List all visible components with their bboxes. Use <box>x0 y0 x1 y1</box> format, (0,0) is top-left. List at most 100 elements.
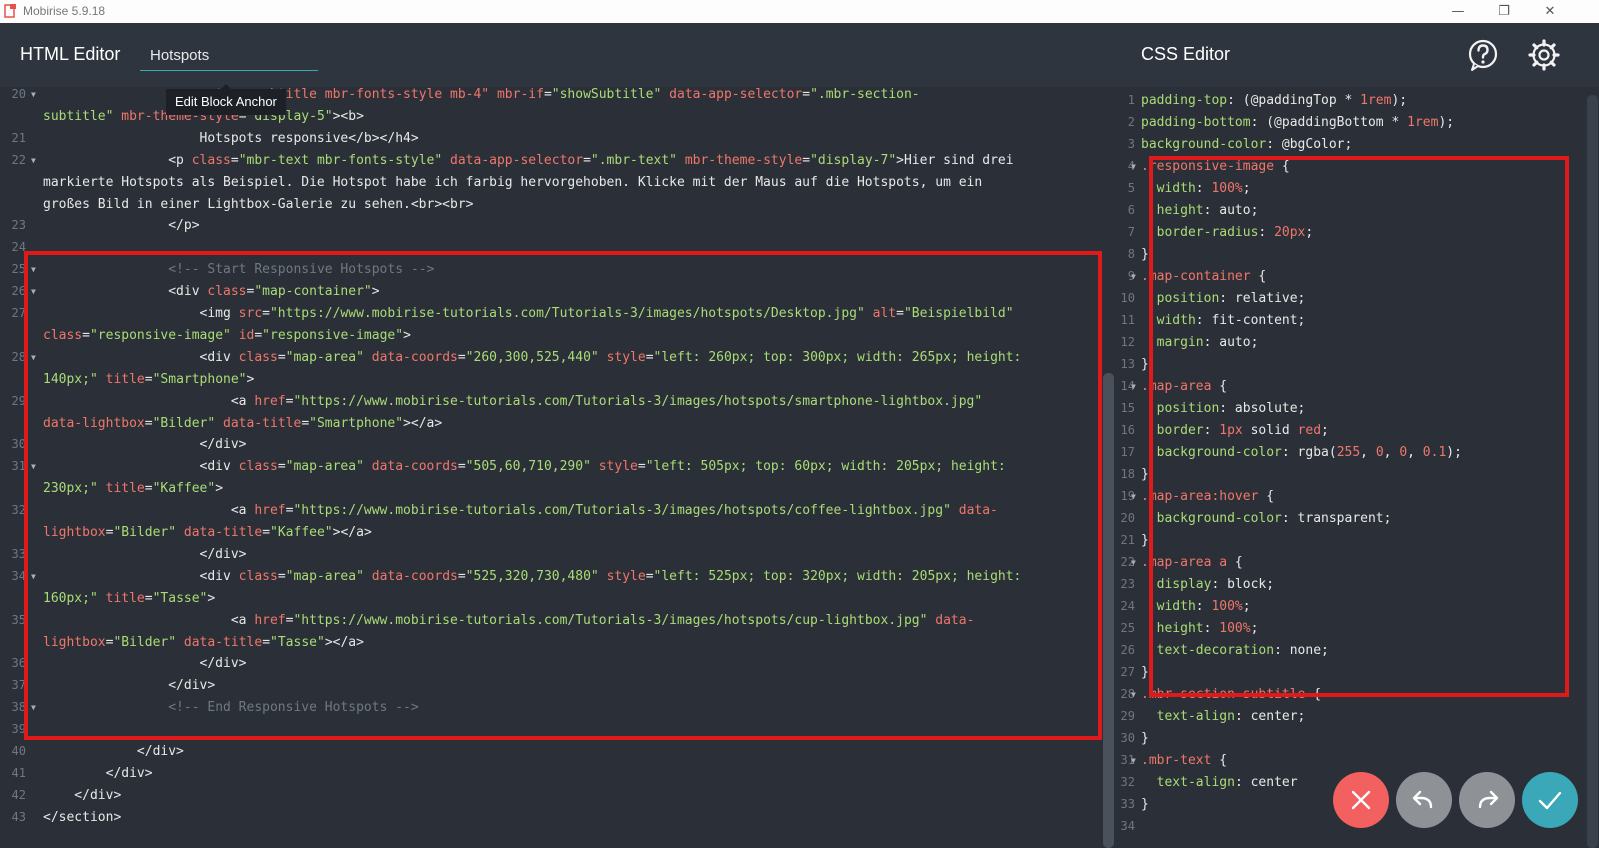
tooltip: Edit Block Anchor <box>166 89 286 115</box>
fold-toggle-icon[interactable]: ▼ <box>31 353 36 362</box>
code-token: { <box>1305 687 1322 702</box>
code-text: Hotspots responsive</b></h4> <box>43 131 419 146</box>
css-editor-scrollbar[interactable] <box>1587 95 1598 848</box>
code-token: ); <box>1438 115 1455 130</box>
fold-toggle-icon[interactable]: ▼ <box>1131 690 1136 699</box>
code-line: 18} <box>1121 467 1581 489</box>
line-number: 41 <box>11 765 26 780</box>
code-token: = <box>583 152 591 168</box>
fold-toggle-icon[interactable]: ▼ <box>31 572 36 581</box>
line-number: 32 <box>1121 775 1135 789</box>
code-token: ; <box>1242 599 1251 614</box>
code-token: } <box>1141 797 1149 812</box>
code-text: .mbr-section-subtitle { <box>1141 687 1321 702</box>
code-token: } <box>1141 357 1149 372</box>
code-line: 3 background-color: @bgColor; <box>1121 137 1581 159</box>
code-token: class <box>207 284 247 300</box>
code-text: .responsive-image { <box>1141 159 1290 174</box>
code-token: <a <box>43 393 255 409</box>
code-token: ></a> <box>332 525 372 540</box>
code-token: "map-container" <box>254 284 372 300</box>
code-token: "505,60,710,290" <box>465 459 591 475</box>
minimize-button[interactable]: — <box>1435 0 1481 23</box>
line-number: 26 <box>1121 643 1135 657</box>
code-token: : (@paddingTop * <box>1227 93 1361 108</box>
code-text: markierte Hotspots als Beispiel. Die Hot… <box>43 175 982 190</box>
code-line: 40 </div> <box>0 744 1097 766</box>
code-token: 160px;" <box>43 590 98 606</box>
redo-button[interactable] <box>1459 772 1515 828</box>
css-code-editor[interactable]: 1 padding-top: (@paddingTop * 1rem); 2 padd… <box>1121 87 1581 848</box>
code-token: title <box>105 481 145 497</box>
code-token: data- <box>958 503 998 519</box>
fold-toggle-icon[interactable]: ▼ <box>31 156 36 165</box>
code-line: 39 <box>0 722 1097 744</box>
confirm-button[interactable] <box>1522 772 1578 828</box>
gear-icon[interactable] <box>1527 38 1561 72</box>
code-token: : transparent; <box>1281 511 1392 526</box>
code-text: lightbox="Bilder" data-title="Tasse"></a… <box>43 635 364 650</box>
code-token: class <box>238 568 278 584</box>
line-number: 20 <box>11 87 26 101</box>
code-token: = <box>645 349 654 365</box>
code-text: .map-area { <box>1141 379 1227 394</box>
code-text: } <box>1141 247 1149 262</box>
line-number: 5 <box>1127 181 1135 195</box>
code-text: width: fit-content; <box>1141 313 1306 328</box>
fold-toggle-icon[interactable]: ▼ <box>1131 382 1136 391</box>
code-token: data-lightbox <box>43 415 145 431</box>
code-line: 25 ▼ <!-- Start Responsive Hotspots --> <box>0 262 1097 284</box>
code-line: 24 width: 100%; <box>1121 599 1581 621</box>
code-text: text-decoration: none; <box>1141 643 1329 658</box>
fold-toggle-icon[interactable]: ▼ <box>31 703 36 712</box>
code-token: <div <box>43 459 239 475</box>
cancel-button[interactable] <box>1333 772 1389 828</box>
code-token: </div> <box>43 787 122 803</box>
html-code-editor[interactable]: 20 ▼ -section-subtitle mbr-fonts-style mb… <box>0 87 1097 848</box>
code-token: ".mbr-text" <box>590 152 677 168</box>
code-token: mbr-if <box>496 87 544 102</box>
code-token: class <box>238 459 278 475</box>
code-line: 30 </div> <box>0 437 1097 459</box>
code-token: "mbr-text mbr-fonts-style" <box>238 152 443 168</box>
fold-toggle-icon[interactable]: ▼ <box>31 287 36 296</box>
fold-toggle-icon[interactable]: ▼ <box>31 90 36 99</box>
fold-toggle-icon[interactable]: ▼ <box>1131 162 1136 171</box>
code-token: <a <box>43 612 255 628</box>
html-editor-scrollbar[interactable] <box>1103 373 1114 848</box>
undo-button[interactable] <box>1396 772 1452 828</box>
code-token: <div <box>43 568 239 584</box>
tab-html-editor[interactable]: HTML Editor <box>20 44 120 65</box>
code-text: .map-container { <box>1141 269 1266 284</box>
code-text: } <box>1141 797 1149 812</box>
code-token: { <box>1250 269 1267 284</box>
code-line: 24 <box>0 240 1097 262</box>
code-text: .mbr-text { <box>1141 753 1227 768</box>
code-line: 16 border: 1px solid red; <box>1121 423 1581 445</box>
code-token: = <box>645 568 654 584</box>
fold-toggle-icon[interactable]: ▼ <box>31 462 36 471</box>
code-token: = <box>301 415 310 431</box>
fold-toggle-icon[interactable]: ▼ <box>1131 756 1136 765</box>
fold-toggle-icon[interactable]: ▼ <box>31 265 36 274</box>
maximize-button[interactable]: ❐ <box>1481 0 1527 23</box>
tab-hotspots[interactable]: Hotspots <box>150 47 209 64</box>
fold-toggle-icon[interactable]: ▼ <box>1131 272 1136 281</box>
fold-toggle-icon[interactable]: ▼ <box>1131 492 1136 501</box>
code-text: <div class="map-area" data-coords="260,3… <box>43 349 1022 365</box>
code-text: <div class="map-area" data-coords="525,3… <box>43 568 1022 584</box>
code-token: = <box>262 634 271 650</box>
code-token: = <box>82 327 90 343</box>
fold-toggle-icon[interactable]: ▼ <box>1131 558 1136 567</box>
code-token: </div> <box>43 744 184 759</box>
code-token: "https://www.mobirise-tutorials.com/Tuto… <box>293 503 951 519</box>
code-line: 10 position: relative; <box>1121 291 1581 313</box>
window-close-button[interactable]: ✕ <box>1527 0 1573 23</box>
line-number: 35 <box>11 612 26 627</box>
help-icon[interactable] <box>1467 38 1499 72</box>
